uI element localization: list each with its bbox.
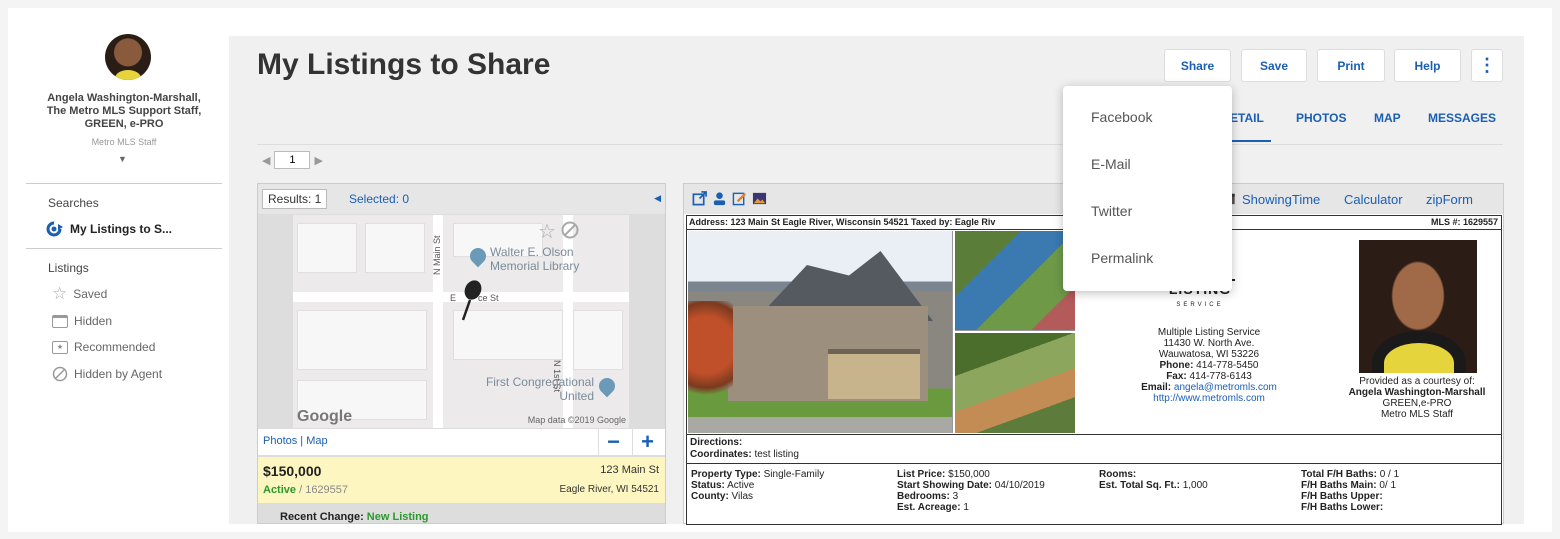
- menu-item-permalink[interactable]: Permalink: [1091, 250, 1153, 266]
- prev-page-icon[interactable]: ◀: [262, 154, 270, 167]
- facts-column: List Price: $150,000 Start Showing Date:…: [897, 469, 1045, 513]
- map-street-label: N Main St: [432, 235, 442, 275]
- map-poi-label: Walter E. Olson Memorial Library: [490, 245, 580, 273]
- main-panel: My Listings to Share Share Save Print He…: [229, 36, 1524, 525]
- searches-heading: Searches: [48, 196, 99, 210]
- share-dropdown-menu: Facebook E-Mail Twitter Permalink: [1063, 86, 1232, 291]
- sidebar: Angela Washington-Marshall, The Metro ML…: [26, 30, 222, 524]
- website-link[interactable]: http://www.metromls.com: [1079, 393, 1339, 404]
- star-icon: ☆: [52, 284, 68, 303]
- listing-address: 123 Main St: [600, 464, 659, 476]
- sidebar-item-label: My Listings to S...: [70, 222, 173, 236]
- sidebar-item-recommended[interactable]: ★ Recommended: [52, 340, 155, 354]
- results-panel: Results: 1 Selected: 0 ◀ N Main St N 1st…: [257, 183, 666, 524]
- zoom-in-button[interactable]: +: [632, 429, 662, 455]
- zoom-out-button[interactable]: −: [598, 429, 628, 455]
- sidebar-item-label: Saved: [73, 287, 108, 301]
- sidebar-item-my-listings-search[interactable]: My Listings to S...: [44, 221, 172, 237]
- map-credit: Map data ©2019 Google: [527, 415, 626, 425]
- map-view[interactable]: N Main St N 1st St E ce St Walter E. Ols…: [293, 215, 629, 428]
- hide-listing-icon[interactable]: [561, 221, 579, 239]
- external-link-icon[interactable]: [692, 191, 707, 206]
- active-tab-indicator: [1229, 140, 1271, 142]
- user-name-line2: The Metro MLS Support Staff,: [46, 105, 202, 117]
- recent-change: Recent Change: New Listing: [280, 511, 429, 523]
- star-icon[interactable]: ☆: [538, 219, 556, 244]
- zipform-link[interactable]: zipForm: [1426, 192, 1473, 207]
- pager: ◀ ▶: [262, 151, 323, 169]
- tab-photos[interactable]: PHOTOS: [1296, 111, 1346, 125]
- facts-column: Rooms: Est. Total Sq. Ft.: 1,000: [1099, 469, 1208, 491]
- agent-info: Provided as a courtesy of: Angela Washin…: [1348, 376, 1486, 420]
- help-button[interactable]: Help: [1394, 49, 1461, 82]
- recommended-icon: ★: [52, 340, 68, 354]
- page-title: My Listings to Share: [257, 48, 551, 81]
- photos-map-toggle[interactable]: Photos | Map: [263, 435, 328, 447]
- listing-main-photo[interactable]: [688, 231, 953, 433]
- directions-section: Directions: Coordinates: test listing: [687, 434, 1501, 464]
- listing-status: Active / 1629557: [263, 484, 349, 496]
- agent-photo: [1359, 240, 1477, 373]
- map-toolbar: Photos | Map − +: [258, 429, 665, 455]
- divider: [26, 183, 222, 184]
- facts-column: Property Type: Single-Family Status: Act…: [691, 469, 825, 502]
- google-logo: Google: [297, 408, 353, 425]
- calculator-link[interactable]: Calculator: [1344, 192, 1403, 207]
- next-page-icon[interactable]: ▶: [314, 154, 322, 167]
- sidebar-item-label: Recommended: [74, 340, 156, 354]
- plus-icon: +: [641, 429, 654, 454]
- caret-down-icon[interactable]: ▼: [118, 154, 127, 164]
- showingtime-link[interactable]: ShowingTime: [1242, 192, 1320, 207]
- user-role: Metro MLS Staff: [91, 137, 157, 147]
- user-name-line3: GREEN, e-PRO: [84, 118, 164, 130]
- person-icon[interactable]: [712, 191, 727, 206]
- mls-number: MLS #: 1629557: [1430, 217, 1498, 227]
- block-icon: [52, 366, 68, 382]
- share-button[interactable]: Share: [1164, 49, 1231, 82]
- menu-item-facebook[interactable]: Facebook: [1091, 109, 1152, 125]
- tab-messages[interactable]: MESSAGES: [1428, 111, 1496, 125]
- search-sync-icon: [46, 221, 63, 237]
- mls-logo-sub: SERVICE: [1176, 302, 1224, 308]
- divider: [257, 144, 1503, 145]
- more-options-button[interactable]: ⋮: [1471, 49, 1503, 82]
- tab-selected[interactable]: Selected: 0: [344, 189, 414, 209]
- office-info: Multiple Listing Service 11430 W. North …: [1079, 327, 1339, 404]
- menu-item-twitter[interactable]: Twitter: [1091, 203, 1132, 219]
- listing-price: $150,000: [263, 463, 322, 479]
- avatar[interactable]: [105, 34, 151, 80]
- results-tabs: Results: 1 Selected: 0 ◀: [258, 184, 665, 214]
- user-name: Angela Washington-Marshall, The Metro ML…: [26, 92, 222, 131]
- tab-results[interactable]: Results: 1: [262, 189, 328, 209]
- gallery-icon[interactable]: [752, 191, 767, 206]
- divider: [26, 248, 222, 249]
- listing-photo[interactable]: [955, 231, 1075, 331]
- email-link[interactable]: angela@metromls.com: [1171, 382, 1277, 393]
- listing-city: Eagle River, WI 54521: [559, 484, 660, 495]
- facts-column: Total F/H Baths: 0 / 1 F/H Baths Main: 0…: [1301, 469, 1400, 513]
- print-button[interactable]: Print: [1317, 49, 1385, 82]
- sidebar-item-label: Hidden: [74, 314, 113, 328]
- minus-icon: −: [607, 429, 620, 454]
- sidebar-item-hidden-by-agent[interactable]: Hidden by Agent: [52, 366, 162, 382]
- hidden-icon: [52, 314, 68, 328]
- edit-note-icon[interactable]: [732, 191, 747, 206]
- menu-item-email[interactable]: E-Mail: [1091, 156, 1131, 172]
- church-poi-icon[interactable]: [595, 374, 619, 398]
- save-button[interactable]: Save: [1241, 49, 1307, 82]
- kebab-menu-icon: ⋮: [1478, 55, 1496, 75]
- listing-row[interactable]: $150,000 Active / 1629557 123 Main St Ea…: [258, 456, 665, 503]
- user-name-line1: Angela Washington-Marshall,: [47, 92, 201, 104]
- sidebar-item-label: Hidden by Agent: [74, 367, 163, 381]
- sidebar-item-hidden[interactable]: Hidden: [52, 314, 112, 328]
- listings-heading: Listings: [48, 261, 89, 275]
- tab-map[interactable]: MAP: [1374, 111, 1401, 125]
- pushpin-icon[interactable]: [455, 278, 485, 322]
- collapse-panel-icon[interactable]: ◀: [654, 193, 661, 204]
- tab-detail[interactable]: ETAIL: [1230, 111, 1264, 125]
- sidebar-item-saved[interactable]: ☆ Saved: [52, 284, 108, 303]
- listing-photo[interactable]: [955, 333, 1075, 433]
- page-number-input[interactable]: [274, 151, 311, 169]
- map-poi-label: First Congregational United: [485, 375, 594, 403]
